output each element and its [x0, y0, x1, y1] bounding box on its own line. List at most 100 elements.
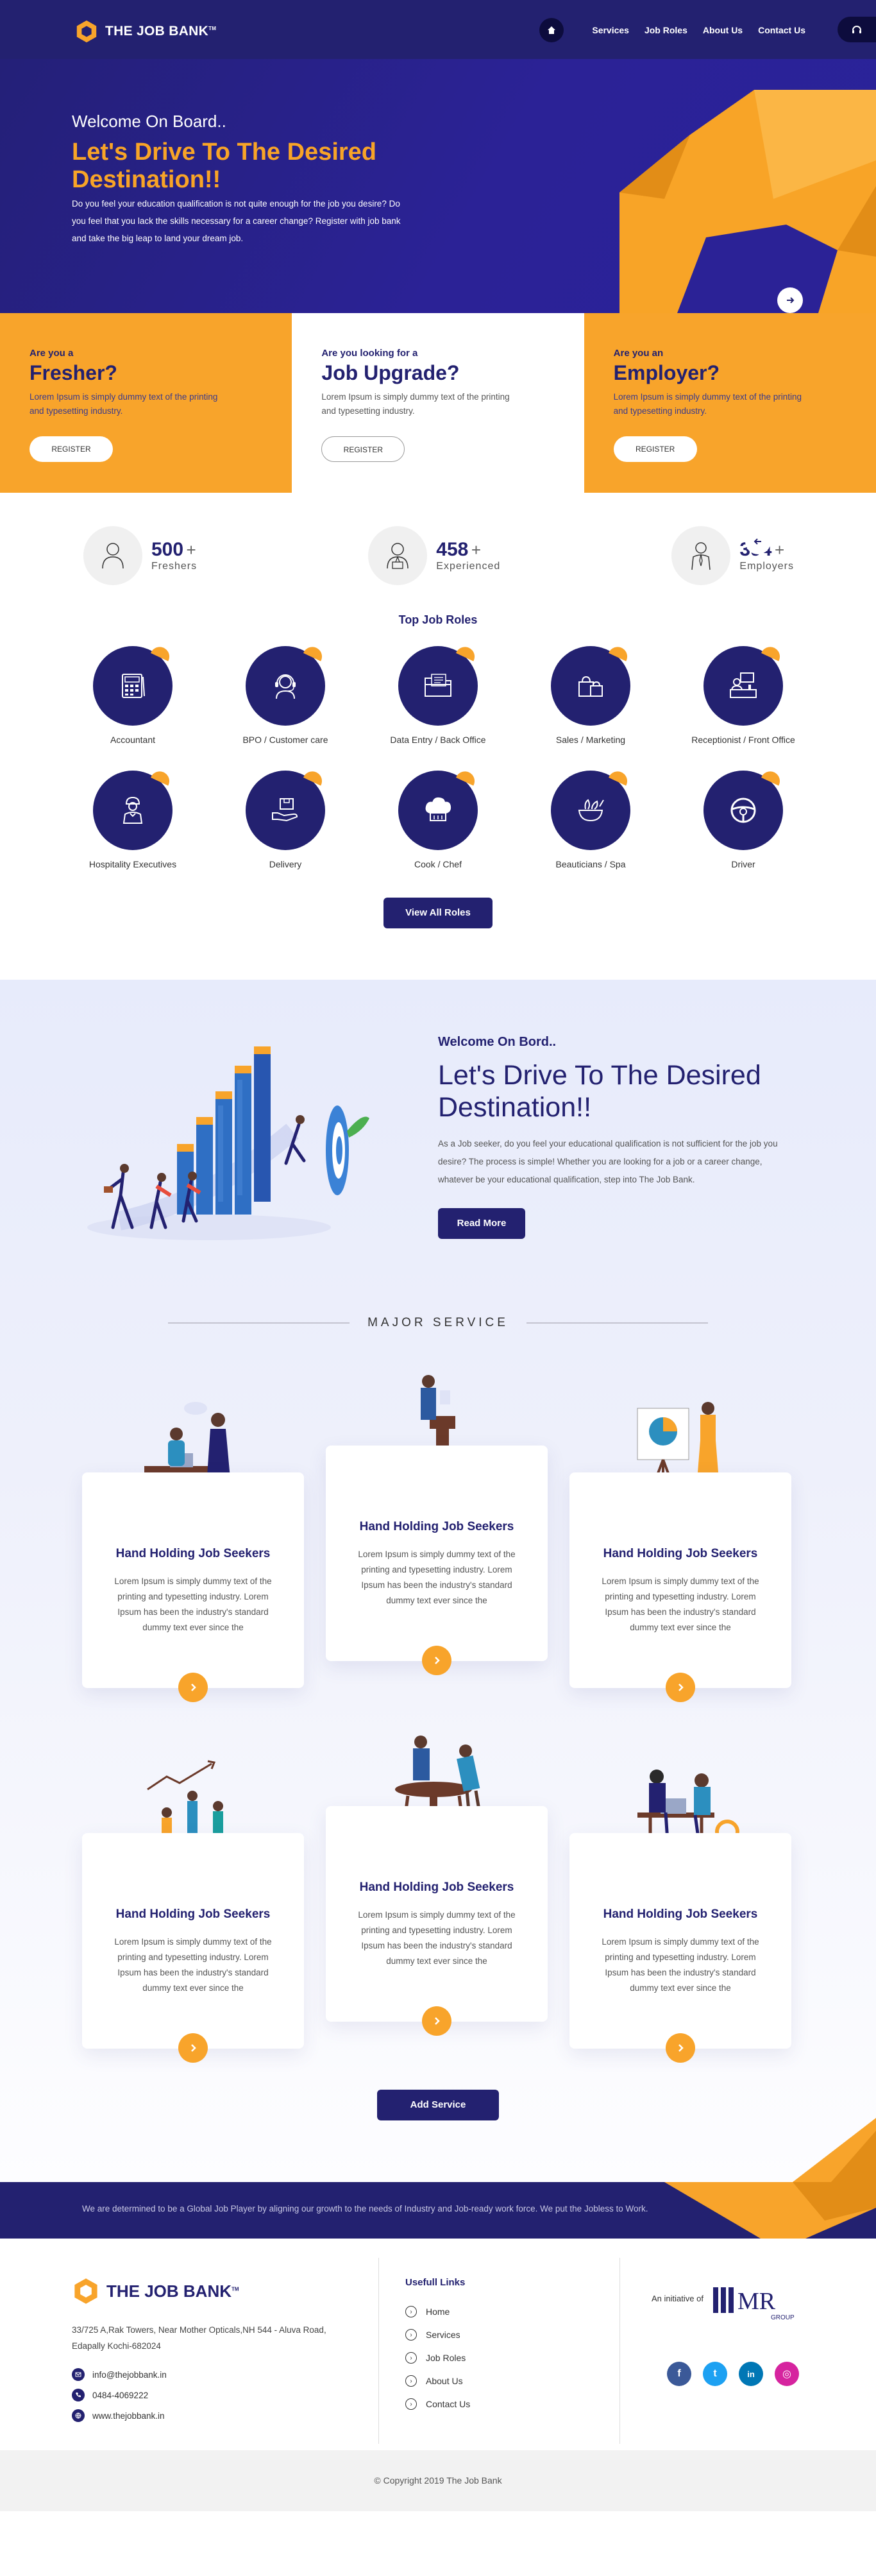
hero-banner: Welcome On Board.. Let's Drive To The De…	[0, 59, 876, 313]
role-label: Hospitality Executives	[88, 859, 177, 869]
role-label: Receptionist / Front Office	[691, 735, 795, 745]
role-driver[interactable]: Driver	[667, 768, 820, 869]
instagram-icon[interactable]: ◎	[775, 2362, 799, 2386]
service-card: Hand Holding Job Seekers Lorem Ipsum is …	[326, 1446, 548, 1675]
service-title: Hand Holding Job Seekers	[115, 1907, 271, 1921]
arrow-right-icon[interactable]	[422, 1646, 451, 1675]
stat-label: Employers	[739, 561, 794, 572]
footer-link-contact-us[interactable]: › Contact Us	[405, 2393, 470, 2416]
role-data-entry[interactable]: Data Entry / Back Office	[362, 644, 514, 745]
role-label: Delivery	[269, 859, 302, 869]
role-delivery[interactable]: Delivery	[209, 768, 362, 869]
hexagon-logo-icon	[74, 2278, 97, 2304]
service-text: Lorem Ipsum is simply dummy text of the …	[602, 1576, 759, 1632]
role-label: Accountant	[110, 735, 156, 745]
home-icon[interactable]	[539, 18, 564, 42]
footer-link-home[interactable]: › Home	[405, 2300, 470, 2323]
role-hospitality[interactable]: Hospitality Executives	[56, 768, 209, 869]
facebook-icon[interactable]: f	[667, 2362, 691, 2386]
card-question: Are you looking for a	[321, 348, 418, 359]
role-beautician[interactable]: Beauticians / Spa	[514, 768, 667, 869]
card-question: Are you a	[29, 348, 74, 359]
social-links: f t in ◎	[667, 2362, 811, 2386]
service-text: Lorem Ipsum is simply dummy text of the …	[114, 1937, 272, 1993]
phone-icon	[72, 2389, 85, 2401]
decorative-orange-shape	[793, 2118, 876, 2182]
arrow-right-icon[interactable]	[178, 1673, 208, 1702]
divider	[526, 1322, 709, 1324]
role-accountant[interactable]: Accountant	[56, 644, 209, 745]
stat-number: 458	[436, 539, 469, 560]
footer-link-about-us[interactable]: › About Us	[405, 2369, 470, 2393]
svg-text:GROUP: GROUP	[771, 2314, 795, 2321]
mission-band: We are determined to be a Global Job Pla…	[0, 2182, 876, 2239]
mr-group-logo[interactable]: MR GROUP	[713, 2281, 796, 2329]
about-title: Let's Drive To The Desired Destination!!	[438, 1060, 761, 1123]
waiter-icon	[122, 796, 143, 824]
role-sales[interactable]: Sales / Marketing	[514, 644, 667, 745]
website-row[interactable]: www.thejobbank.in	[72, 2405, 167, 2426]
arrow-right-icon[interactable]	[422, 2006, 451, 2036]
headset-support-icon[interactable]	[838, 17, 876, 42]
site-footer: THE JOB BANKTM 33/725 A,Rak Towers, Near…	[0, 2239, 876, 2450]
copyright-bar: © Copyright 2019 The Job Bank	[0, 2450, 876, 2511]
nav-job-roles[interactable]: Job Roles	[644, 25, 687, 35]
card-question: Are you an	[613, 348, 664, 359]
footer-link-services[interactable]: › Services	[405, 2323, 470, 2346]
nav-about-us[interactable]: About Us	[703, 25, 743, 35]
section-title: MAJOR SERVICE	[367, 1316, 509, 1329]
role-label: BPO / Customer care	[242, 735, 328, 745]
linkedin-icon[interactable]: in	[739, 2362, 763, 2386]
chef-hat-icon	[425, 797, 451, 821]
add-service-button[interactable]: Add Service	[377, 2090, 499, 2120]
about-section: Welcome On Bord.. Let's Drive To The Des…	[0, 980, 876, 2182]
stat-label: Freshers	[151, 561, 198, 572]
useful-links-title: Usefull Links	[405, 2277, 466, 2288]
service-text: Lorem Ipsum is simply dummy text of the …	[358, 1910, 516, 1966]
service-card: Hand Holding Job Seekers Lorem Ipsum is …	[82, 1833, 304, 2063]
footer-link-job-roles[interactable]: › Job Roles	[405, 2346, 470, 2369]
brand-logo[interactable]: THE JOB BANKTM	[74, 19, 216, 44]
read-more-button[interactable]: Read More	[438, 1208, 525, 1239]
chevron-right-icon: ›	[405, 2329, 417, 2341]
twitter-icon[interactable]: t	[703, 2362, 727, 2386]
upgrade-register-button[interactable]: REGISTER	[321, 436, 405, 462]
chevron-right-icon: ›	[405, 2398, 417, 2410]
role-bpo[interactable]: BPO / Customer care	[209, 644, 362, 745]
card-heading: Employer?	[613, 361, 720, 384]
role-label: Data Entry / Back Office	[390, 735, 486, 745]
brand-name: THE JOB BANKTM	[106, 2281, 239, 2301]
phone-row[interactable]: 0484-4069222	[72, 2385, 167, 2405]
user-icon	[83, 526, 142, 585]
globe-icon	[72, 2409, 85, 2422]
arrow-right-icon[interactable]	[178, 2033, 208, 2063]
shopping-bag-icon	[578, 676, 603, 697]
role-receptionist[interactable]: Receptionist / Front Office	[667, 644, 820, 745]
view-all-roles-button[interactable]: View All Roles	[383, 898, 493, 928]
arrow-right-icon[interactable]	[666, 2033, 695, 2063]
role-cook[interactable]: Cook / Chef	[362, 768, 514, 869]
footer-address: 33/725 A,Rak Towers, Near Mother Optical…	[72, 2325, 326, 2351]
hero-welcome: Welcome On Board..	[72, 112, 226, 131]
brand-name: THE JOB BANKTM	[105, 24, 217, 38]
arrow-right-icon[interactable]	[666, 1673, 695, 1702]
carousel-next-button[interactable]	[777, 287, 803, 313]
email-row[interactable]: info@thejobbank.in	[72, 2364, 167, 2385]
service-text: Lorem Ipsum is simply dummy text of the …	[602, 1937, 759, 1993]
carousel-prev-button[interactable]	[745, 529, 771, 554]
email-icon	[72, 2368, 85, 2381]
footer-logo[interactable]: THE JOB BANKTM	[72, 2277, 239, 2305]
site-header: THE JOB BANKTM Services Job Roles About …	[0, 0, 876, 59]
decorative-orange-shape	[664, 2182, 876, 2239]
employer-register-button[interactable]: REGISTER	[613, 436, 697, 462]
service-card: Hand Holding Job Seekers Lorem Ipsum is …	[569, 1472, 791, 1702]
about-text: As a Job seeker, do you feel your educat…	[438, 1139, 778, 1184]
nav-services[interactable]: Services	[592, 25, 629, 35]
reception-desk-icon	[730, 672, 757, 698]
chevron-right-icon: ›	[405, 2352, 417, 2364]
fresher-register-button[interactable]: REGISTER	[29, 436, 113, 462]
audience-cards: Are you a Fresher? Lorem Ipsum is simply…	[0, 313, 876, 493]
service-title: Hand Holding Job Seekers	[115, 1547, 271, 1560]
stats-row: 500 +Freshers 458 +Experienced 394 +Empl…	[0, 493, 876, 595]
nav-contact-us[interactable]: Contact Us	[758, 25, 805, 35]
